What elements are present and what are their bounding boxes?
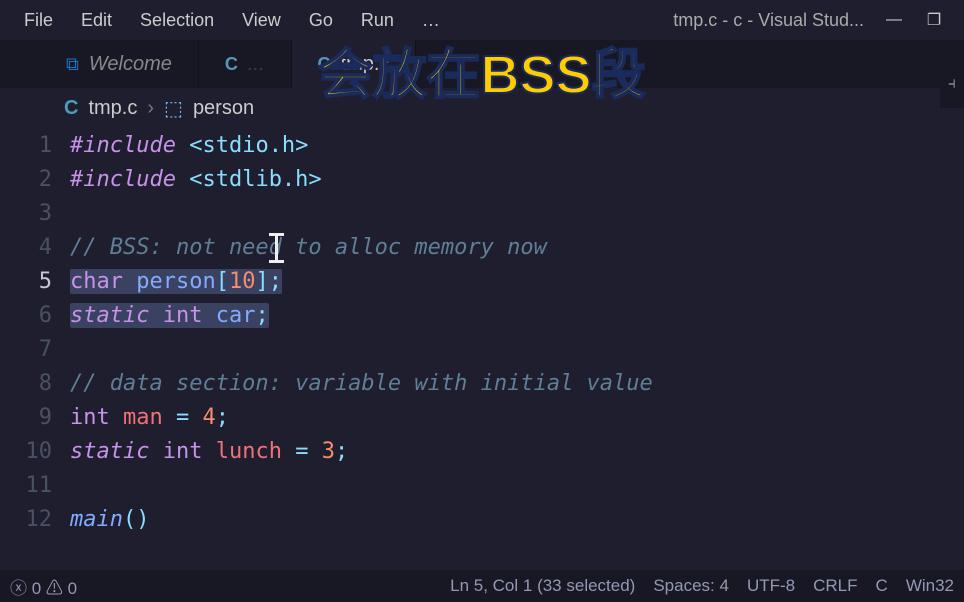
tab-welcome[interactable]: ⧉ Welcome [40,40,199,88]
split-editor-button[interactable]: ⫞ [940,60,964,108]
menu-edit[interactable]: Edit [67,4,126,37]
status-platform[interactable]: Win32 [906,576,954,596]
status-errors[interactable]: ⓧ 0 ⚠ 0 [10,574,77,599]
menu-overflow[interactable]: … [408,4,454,37]
code-content[interactable]: #include <stdio.h> #include <stdlib.h> /… [70,129,964,537]
statusbar: ⓧ 0 ⚠ 0 Ln 5, Col 1 (33 selected) Spaces… [0,570,964,602]
tab-file-2[interactable]: C ... [199,40,292,88]
tab-file-active[interactable]: C tmp.c [292,40,417,88]
text-cursor [275,233,278,263]
maximize-button[interactable]: ❐ [914,10,954,30]
breadcrumb-symbol[interactable]: person [193,97,254,120]
menubar: File Edit Selection View Go Run … tmp.c … [0,0,964,40]
menu-selection[interactable]: Selection [126,4,228,37]
status-encoding[interactable]: UTF-8 [747,576,795,596]
window-title: tmp.c - c - Visual Stud... [663,10,874,31]
tab-bar: ⧉ Welcome C ... C tmp.c [0,40,964,88]
minimize-button[interactable]: — [874,11,914,29]
tab-label: tmp.c [341,53,390,76]
menu-file[interactable]: File [10,4,67,37]
menu-view[interactable]: View [228,4,295,37]
status-indentation[interactable]: Spaces: 4 [653,576,729,596]
status-cursor-position[interactable]: Ln 5, Col 1 (33 selected) [450,576,635,596]
code-editor[interactable]: 1 2 3 4 5 6 7 8 9 10 11 12 #include <std… [0,129,964,537]
symbol-struct-icon: ⬚ [164,96,183,121]
c-file-icon: C [64,97,78,120]
menu-go[interactable]: Go [295,4,347,37]
chevron-right-icon: › [147,97,154,120]
tab-label: Welcome [89,53,172,76]
menu-run[interactable]: Run [347,4,408,37]
status-language[interactable]: C [876,576,888,596]
c-file-icon: C [318,54,331,75]
tab-label: ... [248,53,265,76]
vscode-icon: ⧉ [66,54,79,75]
breadcrumb-file[interactable]: tmp.c [88,97,137,120]
line-number-gutter: 1 2 3 4 5 6 7 8 9 10 11 12 [20,129,70,537]
status-eol[interactable]: CRLF [813,576,857,596]
c-file-icon: C [225,54,238,75]
breadcrumb[interactable]: C tmp.c › ⬚ person [0,88,964,129]
